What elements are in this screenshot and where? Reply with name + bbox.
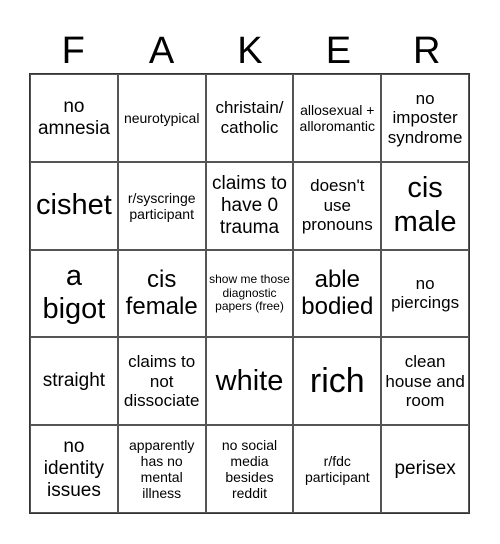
bingo-cell[interactable]: r/syscringe participant [117, 161, 206, 250]
header-letter-r: R [413, 30, 441, 72]
bingo-cell-label: white [215, 364, 284, 397]
bingo-cell-label: rich [309, 361, 365, 400]
bingo-cell-label: no piercings [391, 273, 460, 313]
bingo-cell-label: straight [42, 370, 106, 392]
bingo-cell[interactable]: r/fdc participant [293, 425, 382, 513]
bingo-header: F A K E R [29, 30, 471, 72]
bingo-cell[interactable]: apparently has no mental illness [117, 425, 206, 513]
bingo-cell[interactable]: cishet [30, 161, 118, 250]
bingo-cell[interactable]: claims to have 0 trauma [205, 161, 294, 250]
bingo-cell-label: a bigot [42, 260, 106, 326]
bingo-cell-label: apparently has no mental illness [129, 436, 195, 502]
bingo-cell-label: r/fdc participant [304, 453, 370, 486]
bingo-cell[interactable]: neurotypical [117, 74, 206, 162]
bingo-cell[interactable]: doesn't use pronouns [293, 161, 382, 250]
bingo-cell-label: neurotypical [123, 109, 200, 126]
bingo-cell[interactable]: cis female [117, 249, 206, 338]
bingo-cell[interactable]: claims to not dissociate [117, 337, 206, 426]
bingo-cell-label: clean house and room [385, 351, 465, 411]
bingo-cell-label: cis male [393, 172, 457, 238]
bingo-cell[interactable]: clean house and room [381, 337, 469, 426]
bingo-cell[interactable]: no amnesia [30, 74, 118, 162]
bingo-cell-label: show me those diagnostic papers (free) [209, 271, 290, 314]
header-letter-k: K [237, 30, 263, 72]
header-letter-a: A [148, 30, 175, 72]
bingo-cell-label: doesn't use pronouns [301, 176, 373, 235]
bingo-cell-label: claims to have 0 trauma [212, 172, 287, 238]
bingo-cell-label: cis female [125, 265, 198, 321]
bingo-cell[interactable]: rich [293, 337, 382, 426]
bingo-cell[interactable]: able bodied [293, 249, 382, 338]
bingo-cell[interactable]: no piercings [381, 249, 469, 338]
bingo-cell-label: no identity issues [43, 436, 104, 502]
header-letter-f: F [61, 30, 85, 72]
bingo-cell-label: cishet [36, 189, 112, 222]
bingo-cell[interactable]: allosexual + alloromantic [293, 74, 382, 162]
bingo-cell[interactable]: christain/ catholic [205, 74, 294, 162]
bingo-cell-label: claims to not dissociate [123, 351, 200, 411]
bingo-cell-label: able bodied [301, 265, 374, 321]
bingo-cell[interactable]: perisex [381, 425, 469, 513]
bingo-cell[interactable]: straight [30, 337, 118, 426]
header-letter-e: E [325, 30, 352, 72]
bingo-cell-label: allosexual + alloromantic [299, 101, 376, 134]
bingo-cell[interactable]: show me those diagnostic papers (free) [205, 249, 294, 338]
bingo-cell-label: christain/ catholic [215, 98, 284, 137]
bingo-cell-label: perisex [394, 458, 456, 480]
bingo-cell[interactable]: no imposter syndrome [381, 74, 469, 162]
bingo-cell[interactable]: a bigot [30, 249, 118, 338]
bingo-cell[interactable]: cis male [381, 161, 469, 250]
bingo-cell-label: no amnesia [37, 96, 110, 139]
bingo-cell[interactable]: no identity issues [30, 425, 118, 513]
bingo-cell-label: r/syscringe participant [127, 189, 196, 222]
bingo-board: no amnesia neurotypical christain/ catholi… [29, 73, 470, 514]
bingo-cell-label: no imposter syndrome [387, 88, 463, 147]
bingo-cell[interactable]: white [205, 337, 294, 426]
bingo-cell[interactable]: no social media besides reddit [205, 425, 294, 513]
bingo-cell-label: no social media besides reddit [221, 436, 278, 502]
